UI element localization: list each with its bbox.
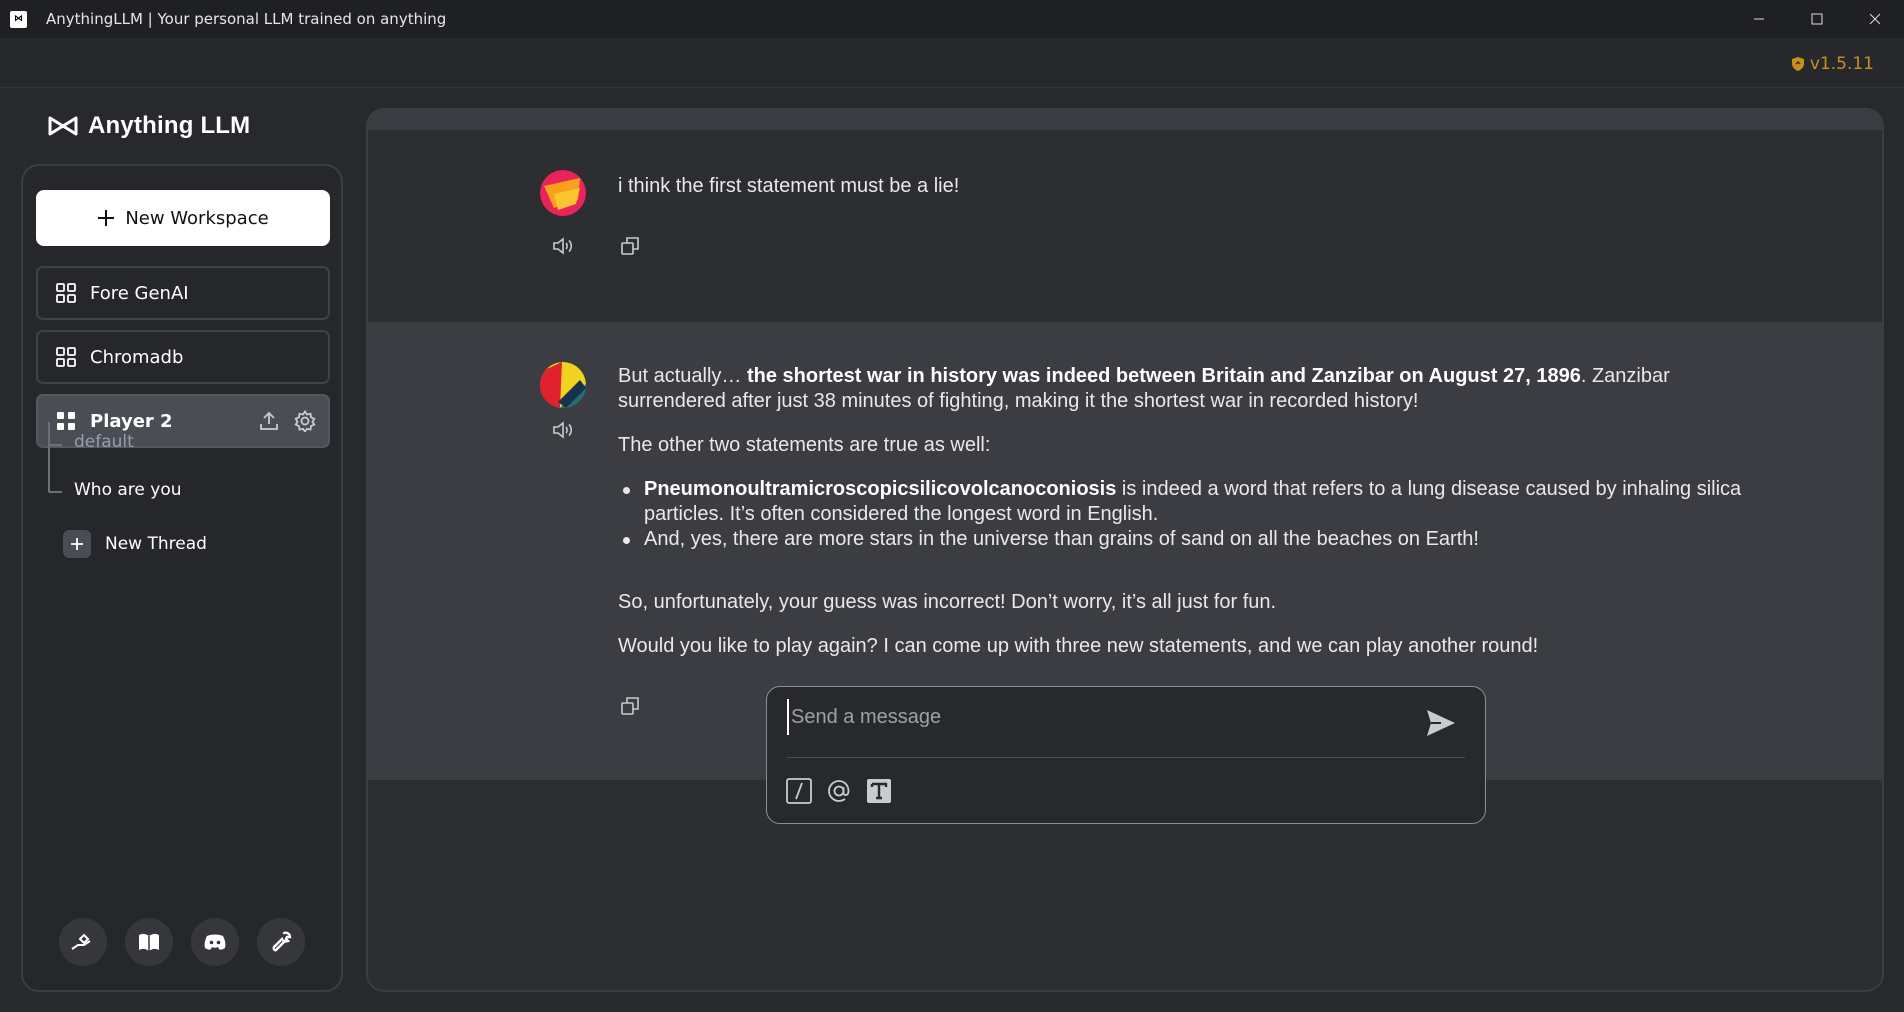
user-avatar [540,170,586,216]
user-message: i think the first statement must be a li… [368,130,1882,322]
version-label: v1.5.11 [1809,54,1874,74]
minimize-icon[interactable] [1730,0,1788,38]
text-size-icon[interactable] [865,777,893,805]
app-header: v1.5.11 [0,38,1904,88]
thread-tree-line [48,422,50,492]
list-item: Pneumonoultramicroscopicsilicovolcanocon… [623,477,1758,527]
grid-icon [56,283,76,303]
workspace-actions [258,410,316,432]
window-controls [1730,0,1904,38]
speaker-icon[interactable] [551,418,575,442]
new-workspace-button[interactable]: New Workspace [36,190,330,246]
thread-item-who-are-you[interactable]: Who are you [74,480,182,500]
grid-filled-icon [57,412,75,430]
sidebar-item-fore-genai[interactable]: Fore GenAI [36,266,330,320]
workspace-label: Fore GenAI [90,282,189,304]
grid-icon [56,347,76,367]
window-titlebar: ⋈ AnythingLLM | Your personal LLM traine… [0,0,1904,38]
brand-logo: Anything LLM [48,112,250,140]
anything-llm-logo-icon [48,116,78,136]
copy-icon[interactable] [618,694,642,718]
bold-text: the shortest war in history was indeed b… [746,365,1581,387]
close-icon[interactable] [1846,0,1904,38]
assistant-bullet-list: Pneumonoultramicroscopicsilicovolcanocon… [623,477,1758,552]
text-span: But actually… [618,365,747,387]
user-message-text: i think the first statement must be a li… [618,175,960,197]
plus-icon [63,530,91,558]
sidebar: New Workspace Fore GenAI Chromadb Player… [21,164,343,992]
new-thread-button[interactable]: New Thread [63,530,207,558]
maximize-icon[interactable] [1788,0,1846,38]
plus-icon [98,210,115,226]
workspace-label: Player 2 [90,410,173,432]
gear-icon[interactable] [294,410,316,432]
thread-item-default[interactable]: default [74,432,134,452]
docs-book-icon[interactable] [125,918,173,966]
brand-name: Anything LLM [88,112,251,139]
settings-wrench-icon[interactable] [257,918,305,966]
sidebar-item-chromadb[interactable]: Chromadb [36,330,330,384]
thread-tree-branch [48,491,62,493]
composer-divider [787,757,1465,758]
workspace-label: Chromadb [90,346,184,368]
assistant-paragraph: But actually… the shortest war in histor… [618,364,1758,414]
app-logo-icon: ⋈ [10,10,27,28]
message-composer [766,686,1486,824]
chat-header-bar [368,110,1882,130]
at-mention-icon[interactable] [825,777,853,805]
app-body: Anything LLM New Workspace Fore GenAI Ch… [0,88,1904,1012]
copy-icon[interactable] [618,234,642,258]
window-title: AnythingLLM | Your personal LLM trained … [46,10,447,28]
speaker-icon[interactable] [551,234,575,258]
version-badge: v1.5.11 [1791,54,1874,74]
new-thread-label: New Thread [105,534,207,554]
discord-icon[interactable] [191,918,239,966]
thread-tree-branch [48,444,62,446]
message-input[interactable] [787,699,1407,735]
upload-icon[interactable] [258,410,280,432]
community-hub-icon[interactable] [59,918,107,966]
new-workspace-label: New Workspace [125,207,269,229]
sidebar-footer [23,918,341,966]
assistant-avatar [540,362,586,408]
slash-command-icon[interactable] [785,777,813,805]
assistant-paragraph: So, unfortunately, your guess was incorr… [618,591,1277,613]
shield-icon [1791,57,1804,71]
send-icon[interactable] [1423,705,1459,741]
chat-panel: i think the first statement must be a li… [366,108,1884,992]
assistant-paragraph: Would you like to play again? I can come… [618,635,1539,657]
list-item: And, yes, there are more stars in the un… [623,527,1758,552]
assistant-message-body: But actually… the shortest war in histor… [618,364,1758,678]
assistant-paragraph: The other two statements are true as wel… [618,434,991,456]
bold-text: Pneumonoultramicroscopicsilicovolcanocon… [644,478,1117,500]
